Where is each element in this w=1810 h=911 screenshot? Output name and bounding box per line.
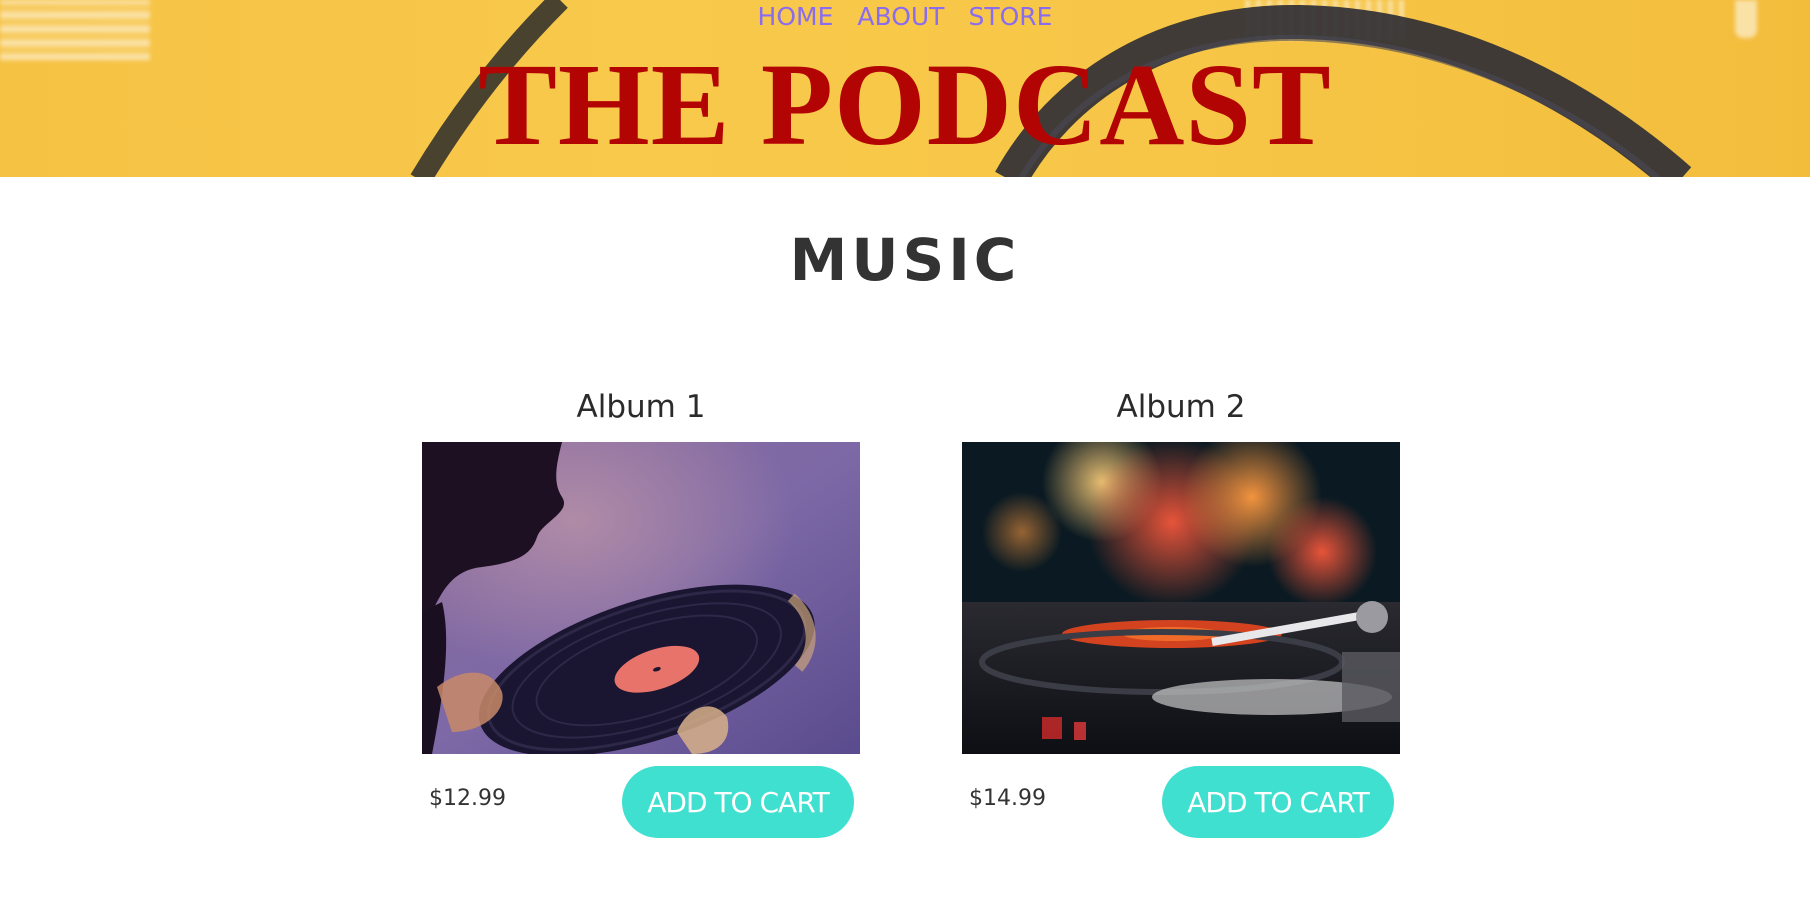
- album-name: Album 1: [576, 389, 706, 425]
- album-1-image: [422, 442, 860, 754]
- add-to-cart-button[interactable]: ADD TO CART: [622, 766, 854, 838]
- album-card: Album 1 $12.99 ADD TO CART: [422, 382, 860, 848]
- album-price: $12.99: [429, 786, 506, 811]
- nav-store-link[interactable]: STORE: [968, 2, 1052, 32]
- album-card: Album 2 $14.99 ADD TO CART: [962, 382, 1400, 848]
- nav-home-link[interactable]: HOME: [758, 2, 834, 32]
- album-footer: $14.99 ADD TO CART: [962, 766, 1400, 848]
- site-title: THE PODCAST: [478, 39, 1332, 170]
- section-title: MUSIC: [789, 226, 1021, 294]
- top-nav: HOME ABOUT STORE: [0, 0, 1810, 32]
- header-banner: HOME ABOUT STORE THE PODCAST: [0, 0, 1810, 177]
- album-2-image: [962, 442, 1400, 754]
- add-to-cart-button[interactable]: ADD TO CART: [1162, 766, 1394, 838]
- album-name: Album 2: [1116, 389, 1246, 425]
- album-price: $14.99: [969, 786, 1046, 811]
- nav-about-link[interactable]: ABOUT: [857, 2, 944, 32]
- album-footer: $12.99 ADD TO CART: [422, 766, 860, 848]
